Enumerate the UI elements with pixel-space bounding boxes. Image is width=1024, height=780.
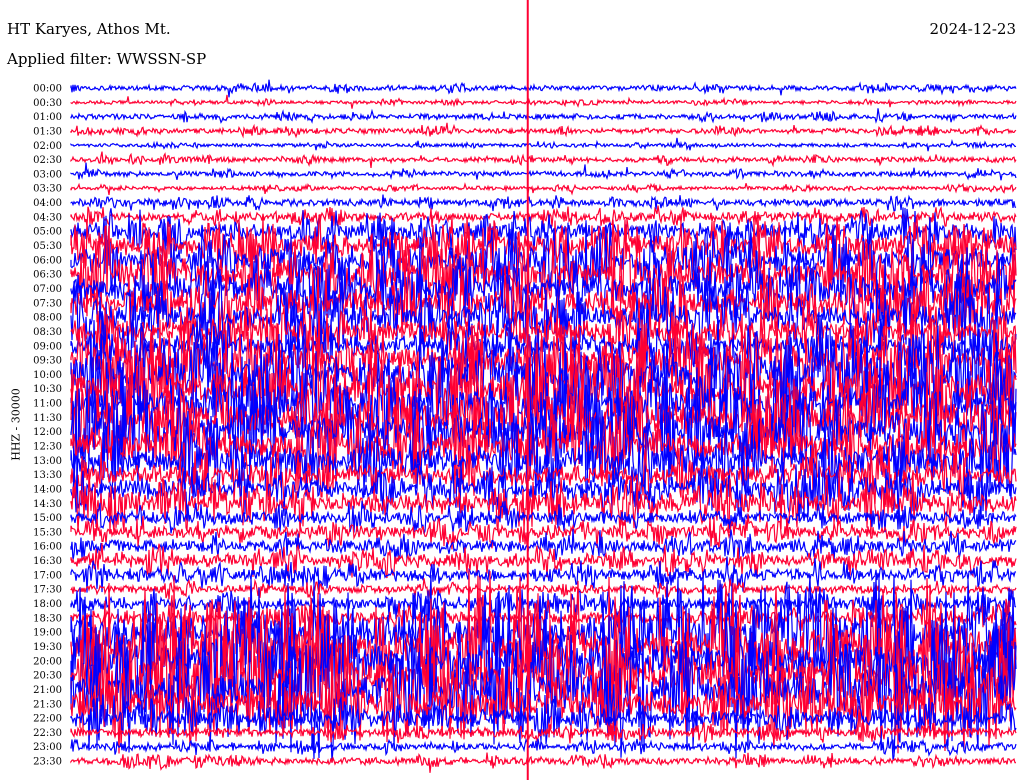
time-tick-label: 23:30 <box>33 757 62 768</box>
time-tick-label: 16:30 <box>33 556 62 567</box>
time-tick-label: 17:30 <box>33 585 62 596</box>
trace-line-0300 <box>70 162 1017 181</box>
time-tick-label: 09:00 <box>33 341 62 352</box>
time-tick-label: 07:00 <box>33 284 62 295</box>
time-tick-label: 05:00 <box>33 227 62 238</box>
time-tick-label: 18:00 <box>33 599 62 610</box>
time-tick-label: 12:00 <box>33 427 62 438</box>
time-tick-label: 01:00 <box>33 112 62 123</box>
time-tick-label: 13:00 <box>33 456 62 467</box>
time-tick-label: 10:00 <box>33 370 62 381</box>
trace-line-0200 <box>70 137 1017 152</box>
time-tick-label: 04:30 <box>33 212 62 223</box>
time-tick-label: 14:00 <box>33 484 62 495</box>
time-tick-label: 15:30 <box>33 527 62 538</box>
time-tick-label: 00:30 <box>33 98 62 109</box>
time-tick-label: 06:30 <box>33 270 62 281</box>
time-tick-label: 02:30 <box>33 155 62 166</box>
trace-line-2330 <box>70 752 1016 773</box>
trace-line-0030 <box>70 94 1017 109</box>
time-tick-label: 15:00 <box>33 513 62 524</box>
time-tick-label: 04:00 <box>33 198 62 209</box>
time-tick-label: 00:00 <box>33 84 62 95</box>
time-tick-label: 08:00 <box>33 313 62 324</box>
trace-line-0400 <box>70 194 1017 212</box>
trace-line-0330 <box>70 182 1017 196</box>
time-tick-label: 06:00 <box>33 255 62 266</box>
trace-line-1430 <box>70 468 1017 535</box>
time-tick-label: 17:00 <box>33 570 62 581</box>
time-tick-label: 09:30 <box>33 356 62 367</box>
trace-line-0130 <box>70 122 1017 139</box>
time-tick-label: 22:30 <box>33 728 62 739</box>
time-tick-label: 11:30 <box>33 413 62 424</box>
helicorder-plot: 00:00 00:30 01:00 01:30 02:00 02:30 03:00 03:30… <box>33 0 1017 780</box>
time-tick-label: 16:00 <box>33 542 62 553</box>
time-tick-label: 18:30 <box>33 613 62 624</box>
time-tick-label: 12:30 <box>33 442 62 453</box>
time-tick-label: 02:00 <box>33 141 62 152</box>
trace-line-0100 <box>70 108 1017 124</box>
time-tick-label: 21:00 <box>33 685 62 696</box>
time-tick-label: 07:30 <box>33 298 62 309</box>
time-tick-label: 19:00 <box>33 628 62 639</box>
time-tick-label: 03:30 <box>33 184 62 195</box>
time-tick-label: 03:00 <box>33 169 62 180</box>
time-tick-label: 01:30 <box>33 126 62 137</box>
time-tick-label: 11:00 <box>33 399 62 410</box>
time-tick-label: 21:30 <box>33 699 62 710</box>
time-tick-label: 10:30 <box>33 384 62 395</box>
time-tick-label: 19:30 <box>33 642 62 653</box>
time-tick-label: 14:30 <box>33 499 62 510</box>
time-tick-label: 08:30 <box>33 327 62 338</box>
time-tick-label: 22:00 <box>33 714 62 725</box>
trace-line-0230 <box>70 151 1017 168</box>
time-tick-label: 23:00 <box>33 742 62 753</box>
trace-line-0000 <box>70 79 1017 98</box>
time-tick-label: 20:30 <box>33 671 62 682</box>
time-tick-label: 20:00 <box>33 656 62 667</box>
time-tick-label: 05:30 <box>33 241 62 252</box>
time-tick-label: 13:30 <box>33 470 62 481</box>
